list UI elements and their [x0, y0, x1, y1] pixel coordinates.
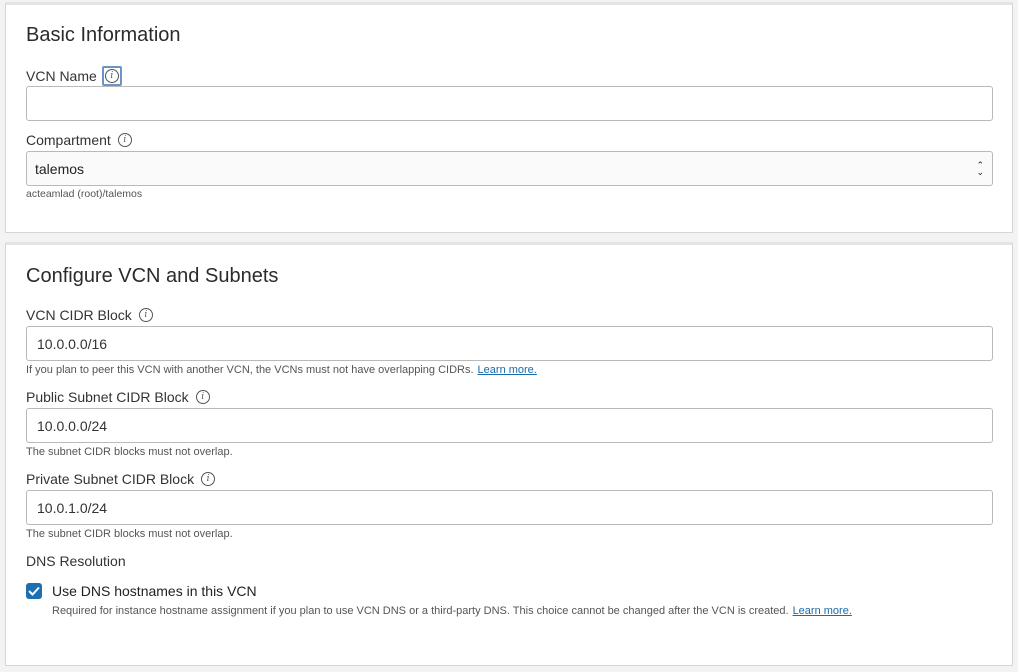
configure-vcn-heading: Configure VCN and Subnets	[26, 265, 279, 287]
info-icon[interactable]: i	[138, 308, 153, 322]
vcn-cidr-learn-more-link[interactable]: Learn more.	[478, 364, 537, 376]
dns-hostnames-label[interactable]: Use DNS hostnames in this VCN	[52, 583, 257, 599]
compartment-select[interactable]: talemos ⌃ ⌄	[26, 151, 993, 186]
checkmark-icon	[28, 586, 40, 596]
configure-vcn-panel: Configure VCN and Subnets VCN CIDR Block…	[5, 242, 1013, 666]
compartment-label: Compartment i	[26, 132, 132, 148]
vcn-name-input[interactable]	[26, 86, 993, 121]
private-subnet-label-text: Private Subnet CIDR Block	[26, 471, 195, 487]
info-icon[interactable]: i	[117, 133, 132, 147]
vcn-cidr-input[interactable]	[26, 326, 993, 361]
compartment-path: acteamlad (root)/talemos	[26, 188, 143, 200]
vcn-cidr-label-text: VCN CIDR Block	[26, 307, 132, 323]
private-subnet-help: The subnet CIDR blocks must not overlap.	[26, 528, 233, 540]
public-subnet-input[interactable]	[26, 408, 993, 443]
public-subnet-help: The subnet CIDR blocks must not overlap.	[26, 446, 233, 458]
vcn-name-label: VCN Name i	[26, 66, 122, 86]
dns-help: Required for instance hostname assignmen…	[52, 605, 852, 617]
vcn-name-info-button[interactable]: i	[101, 66, 122, 86]
dns-hostnames-checkbox[interactable]	[26, 583, 42, 599]
compartment-label-text: Compartment	[26, 132, 111, 148]
dns-learn-more-link[interactable]: Learn more.	[793, 605, 852, 617]
compartment-selected-value: talemos	[35, 160, 85, 177]
vcn-cidr-help: If you plan to peer this VCN with anothe…	[26, 364, 537, 376]
private-subnet-label: Private Subnet CIDR Block i	[26, 471, 216, 487]
info-icon: i	[104, 69, 119, 83]
public-subnet-label-text: Public Subnet CIDR Block	[26, 389, 189, 405]
vcn-name-label-text: VCN Name	[26, 68, 97, 84]
dns-help-text: Required for instance hostname assignmen…	[52, 605, 789, 617]
dns-resolution-label: DNS Resolution	[26, 553, 126, 569]
vcn-cidr-help-text: If you plan to peer this VCN with anothe…	[26, 364, 474, 376]
info-icon[interactable]: i	[195, 390, 210, 404]
info-icon[interactable]: i	[201, 472, 216, 486]
public-subnet-label: Public Subnet CIDR Block i	[26, 389, 210, 405]
basic-information-panel: Basic Information VCN Name i Compartment…	[5, 2, 1013, 233]
vcn-cidr-label: VCN CIDR Block i	[26, 307, 153, 323]
select-chevron-icon: ⌃ ⌄	[976, 159, 984, 177]
basic-information-heading: Basic Information	[26, 24, 181, 46]
private-subnet-input[interactable]	[26, 490, 993, 525]
